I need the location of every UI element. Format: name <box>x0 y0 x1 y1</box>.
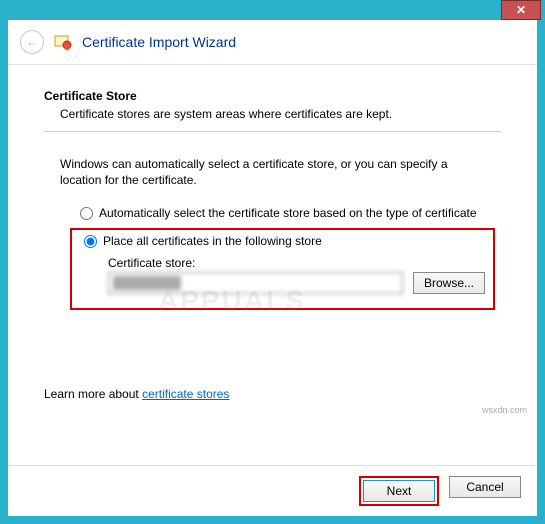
highlighted-section: Place all certificates in the following … <box>70 228 495 310</box>
wizard-title: Certificate Import Wizard <box>82 34 236 50</box>
next-button[interactable]: Next <box>363 480 435 502</box>
browse-button[interactable]: Browse... <box>413 272 485 294</box>
certificate-store-input[interactable] <box>108 272 403 294</box>
radio-place-all[interactable]: Place all certificates in the following … <box>84 234 485 248</box>
close-button[interactable]: ✕ <box>501 0 541 20</box>
radio-auto-label: Automatically select the certificate sto… <box>99 206 477 220</box>
section-description: Certificate stores are system areas wher… <box>60 107 501 121</box>
certificate-store-row: Browse... <box>108 272 485 294</box>
cancel-button[interactable]: Cancel <box>449 476 521 498</box>
wizard-window: ← Certificate Import Wizard Certificate … <box>8 20 537 516</box>
learn-more-prefix: Learn more about <box>44 387 142 401</box>
titlebar: ✕ <box>4 0 541 20</box>
wizard-footer: Next Cancel <box>8 465 537 516</box>
radio-auto-select[interactable]: Automatically select the certificate sto… <box>80 206 501 220</box>
wizard-content: Certificate Store Certificate stores are… <box>8 65 537 465</box>
back-button[interactable]: ← <box>20 30 44 54</box>
wizard-header: ← Certificate Import Wizard <box>8 20 537 65</box>
credit-text: wsxdn.com <box>482 405 527 415</box>
close-icon: ✕ <box>516 3 526 17</box>
instruction-text: Windows can automatically select a certi… <box>60 156 485 188</box>
divider <box>44 131 501 132</box>
section-title: Certificate Store <box>44 89 501 103</box>
radio-place-input[interactable] <box>84 235 97 248</box>
certificate-store-label: Certificate store: <box>108 256 485 270</box>
certificate-icon <box>54 33 72 51</box>
back-arrow-icon: ← <box>26 35 38 49</box>
radio-place-label: Place all certificates in the following … <box>103 234 322 248</box>
learn-more: Learn more about certificate stores <box>44 387 229 401</box>
next-highlight: Next <box>359 476 439 506</box>
radio-auto-input[interactable] <box>80 207 93 220</box>
learn-more-link[interactable]: certificate stores <box>142 387 229 401</box>
